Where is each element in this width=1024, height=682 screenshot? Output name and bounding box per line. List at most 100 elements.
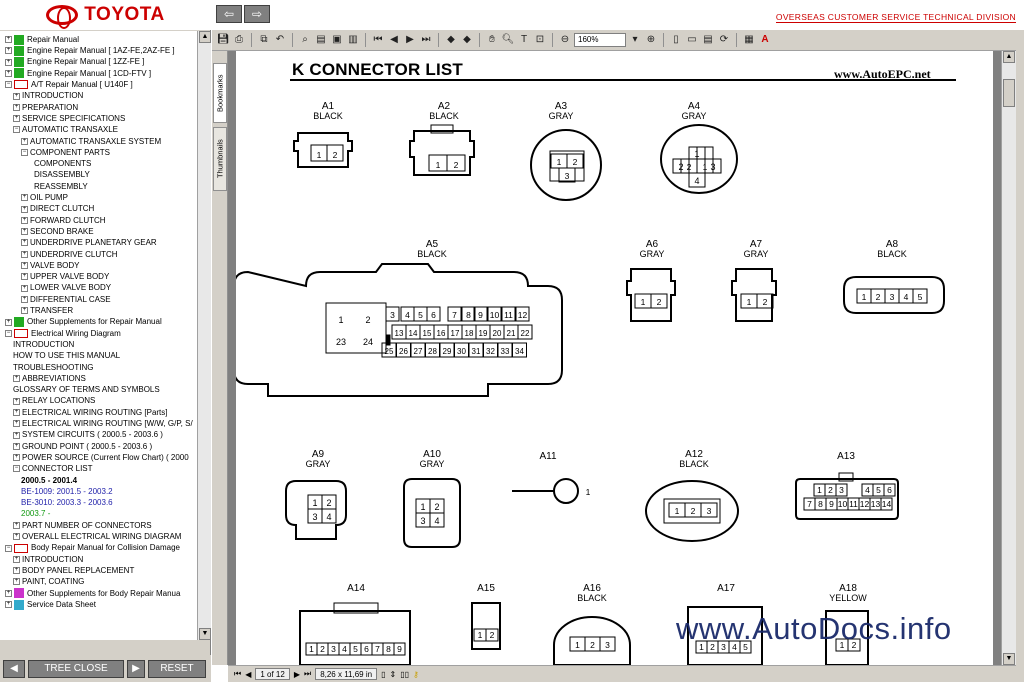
tab-thumbnails[interactable]: Thumbnails xyxy=(213,127,227,191)
collapse-icon[interactable]: − xyxy=(21,149,28,156)
tree-item[interactable]: + OVERALL ELECTRICAL WIRING DIAGRAM xyxy=(13,531,181,542)
prev-view-icon[interactable]: ◆ xyxy=(444,33,458,47)
reset-button[interactable]: RESET xyxy=(148,659,206,678)
tree-item[interactable]: + FORWARD CLUTCH xyxy=(21,215,106,226)
tree-item[interactable]: REASSEMBLY xyxy=(34,181,88,192)
zoom-in-icon[interactable]: ⊕ xyxy=(644,33,658,47)
continuous-icon[interactable]: ⇕ xyxy=(389,670,396,679)
tree-item[interactable]: + LOWER VALVE BODY xyxy=(21,283,111,294)
expand-icon[interactable]: + xyxy=(21,262,28,269)
tree-item[interactable]: INTRODUCTION xyxy=(13,339,74,350)
undo-icon[interactable]: ↶ xyxy=(273,33,287,47)
single-page-icon[interactable]: ▯ xyxy=(381,670,385,679)
tree-item[interactable]: − AUTOMATIC TRANSAXLE xyxy=(13,124,118,135)
tree-item[interactable]: + SYSTEM CIRCUITS ( 2000.5 - 2003.6 ) xyxy=(13,430,163,441)
tree-close-button[interactable]: TREE CLOSE xyxy=(28,659,124,678)
tree-item[interactable]: + Engine Repair Manual [ 1AZ-FE,2AZ-FE ] xyxy=(5,45,175,56)
next-page-icon[interactable]: ▶ xyxy=(403,33,417,47)
prev-page-icon[interactable]: ◀ xyxy=(387,33,401,47)
tree-item[interactable]: − A/T Repair Manual [ U140F ] xyxy=(5,79,133,90)
key-icon[interactable]: ⚷ xyxy=(413,670,419,679)
tree-item[interactable]: GLOSSARY OF TERMS AND SYMBOLS xyxy=(13,384,160,395)
expand-icon[interactable]: + xyxy=(13,103,20,111)
tree-item[interactable]: + INTRODUCTION xyxy=(13,91,83,102)
tree-item[interactable]: + TRANSFER xyxy=(21,305,73,316)
tree-item[interactable]: BE-3010: 2003.3 - 2003.6 xyxy=(21,497,113,508)
fit-page-icon[interactable]: ▭ xyxy=(685,33,699,47)
expand-icon[interactable]: + xyxy=(13,521,20,529)
tab-bookmarks[interactable]: Bookmarks xyxy=(213,63,227,123)
save-icon[interactable]: 💾︎ xyxy=(216,33,230,47)
expand-icon[interactable]: + xyxy=(21,194,28,202)
expand-icon[interactable]: + xyxy=(13,431,20,439)
text-select-icon[interactable]: T xyxy=(517,33,531,47)
expand-icon[interactable]: + xyxy=(13,375,20,382)
prev-page-icon[interactable]: ◀ xyxy=(245,670,251,679)
tree-item[interactable]: COMPONENTS xyxy=(34,158,91,169)
tree-item[interactable]: + INTRODUCTION xyxy=(13,554,83,565)
expand-icon[interactable]: + xyxy=(13,92,20,100)
tree-item[interactable]: − CONNECTOR LIST xyxy=(13,463,93,474)
tree-item[interactable]: + ABBREVIATIONS xyxy=(13,373,86,384)
expand-icon[interactable]: + xyxy=(21,228,28,236)
page-indicator[interactable]: 1 of 12 xyxy=(255,668,290,680)
first-page-icon[interactable]: ⏮ xyxy=(234,669,241,679)
expand-icon[interactable]: + xyxy=(13,442,20,450)
actual-size-icon[interactable]: ▯ xyxy=(669,33,683,47)
expand-icon[interactable]: + xyxy=(21,307,28,315)
tree-next-button[interactable]: ▶ xyxy=(127,659,145,678)
tree-item[interactable]: + Engine Repair Manual [ 1ZZ-FE ] xyxy=(5,57,144,68)
print-icon[interactable]: ⎙ xyxy=(232,33,246,47)
copy-icon[interactable]: ⧉ xyxy=(257,33,271,47)
tree-item[interactable]: BE-1009: 2001.5 - 2003.2 xyxy=(21,486,113,497)
scroll-thumb[interactable] xyxy=(1003,79,1015,107)
select-text-icon[interactable]: ▤ xyxy=(314,33,328,47)
tree-item[interactable]: + GROUND POINT ( 2000.5 - 2003.6 ) xyxy=(13,441,152,452)
tree-item[interactable]: + DIRECT CLUTCH xyxy=(21,204,94,215)
expand-icon[interactable]: + xyxy=(21,137,28,145)
collapse-icon[interactable]: − xyxy=(5,544,12,552)
tree-item[interactable]: + UPPER VALVE BODY xyxy=(21,271,109,282)
zoom-tool-icon[interactable]: 🔍︎ xyxy=(501,33,515,47)
tree-item[interactable]: + POWER SOURCE (Current Flow Chart) ( 200… xyxy=(13,452,189,463)
scroll-up-icon[interactable]: ▲ xyxy=(199,31,211,43)
expand-icon[interactable]: + xyxy=(5,36,12,43)
expand-icon[interactable]: + xyxy=(13,533,20,541)
expand-icon[interactable]: + xyxy=(13,578,20,586)
collapse-icon[interactable]: − xyxy=(5,329,12,337)
scroll-down-icon[interactable]: ▼ xyxy=(1003,653,1015,665)
zoom-out-icon[interactable]: ⊖ xyxy=(558,33,572,47)
scroll-up-icon[interactable]: ▲ xyxy=(1003,51,1015,63)
last-page-icon[interactable]: ⏭ xyxy=(419,33,433,47)
tree-item[interactable]: + PAINT, COATING xyxy=(13,576,84,587)
pages-icon[interactable]: ▥ xyxy=(346,33,360,47)
zoom-dropdown-icon[interactable]: ▾ xyxy=(628,33,642,47)
tree-item[interactable]: − Body Repair Manual for Collision Damage xyxy=(5,543,180,554)
tree-item[interactable]: 2000.5 - 2001.4 xyxy=(21,475,77,486)
tree-item[interactable]: + AUTOMATIC TRANSAXLE SYSTEM xyxy=(21,136,161,147)
forward-arrow-icon[interactable]: ⇨ xyxy=(244,5,270,23)
expand-icon[interactable]: + xyxy=(21,273,28,281)
bookmark-tree[interactable]: + Repair Manual + Engine Repair Manual [ 1A… xyxy=(0,31,197,640)
expand-icon[interactable]: + xyxy=(21,250,28,258)
expand-icon[interactable]: + xyxy=(13,420,20,428)
tree-scrollbar[interactable]: ▲ ▼ xyxy=(197,31,211,640)
tree-item[interactable]: + SECOND BRAKE xyxy=(21,226,94,237)
tree-item[interactable]: + UNDERDRIVE CLUTCH xyxy=(21,249,118,260)
tree-item[interactable]: + UNDERDRIVE PLANETARY GEAR xyxy=(21,237,157,248)
facing-icon[interactable]: ▯▯ xyxy=(400,670,409,679)
tree-item[interactable]: + OIL PUMP xyxy=(21,192,68,203)
expand-icon[interactable]: + xyxy=(13,454,20,462)
back-arrow-icon[interactable]: ⇦ xyxy=(216,5,242,23)
first-page-icon[interactable]: ⏮ xyxy=(371,33,385,47)
expand-icon[interactable]: + xyxy=(21,216,28,224)
expand-icon[interactable]: + xyxy=(5,601,12,608)
expand-icon[interactable]: + xyxy=(5,589,12,597)
expand-icon[interactable]: + xyxy=(21,205,28,213)
tree-item[interactable]: + Repair Manual xyxy=(5,34,79,45)
tree-item[interactable]: + DIFFERENTIAL CASE xyxy=(21,294,111,305)
tree-item[interactable]: + RELAY LOCATIONS xyxy=(13,396,95,407)
hand-tool-icon[interactable]: ✋︎ xyxy=(485,33,499,47)
collapse-icon[interactable]: − xyxy=(5,81,12,89)
expand-icon[interactable]: + xyxy=(21,239,28,247)
